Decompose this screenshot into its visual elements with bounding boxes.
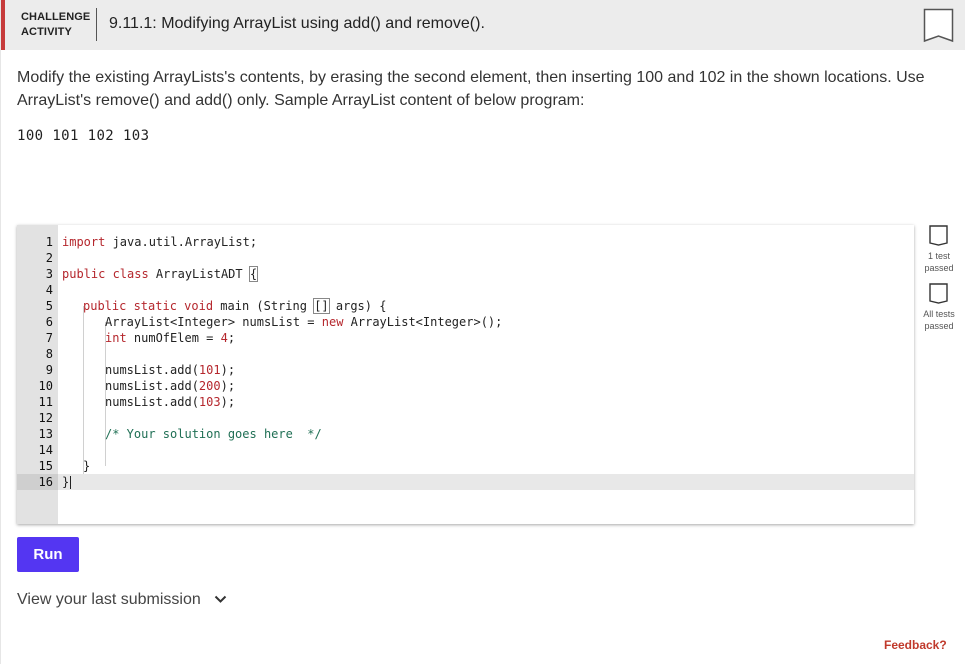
line-number: 14: [38, 443, 53, 457]
code-token: 200: [198, 379, 221, 393]
code-token: ArrayList<Integer> numsList =: [105, 315, 322, 329]
line-number: 12: [38, 411, 53, 425]
header-divider: [96, 8, 97, 41]
header-accent-bar: [1, 0, 5, 50]
feedback-link[interactable]: Feedback?: [884, 638, 947, 652]
code-line-10: numsList.add(200);: [105, 378, 235, 394]
code-line-9: numsList.add(101);: [105, 362, 235, 378]
line-number: 15: [38, 459, 53, 473]
instructions-text: Modify the existing ArrayLists's content…: [17, 69, 925, 109]
sample-output: 100 101 102 103: [17, 128, 150, 144]
line-number: 3: [45, 267, 53, 281]
line-number: 13: [38, 427, 53, 441]
code-token: }: [83, 459, 91, 473]
code-area[interactable]: import java.util.ArrayList; public class…: [58, 225, 914, 524]
matched-brace: {: [248, 266, 259, 282]
indent-guide: [83, 306, 84, 474]
activity-title: 9.11.1: Modifying ArrayList using add() …: [109, 15, 485, 32]
line-number: 10: [38, 379, 53, 393]
code-line-16: }: [62, 474, 72, 490]
code-token: 103: [198, 395, 221, 409]
bookmark-icon[interactable]: [923, 8, 954, 44]
code-token: ArrayListADT: [148, 267, 250, 281]
code-token: numOfElem =: [126, 331, 221, 345]
code-line-6: ArrayList<Integer> numsList = new ArrayL…: [105, 314, 502, 330]
code-token: []: [313, 298, 330, 314]
line-number: 4: [45, 283, 53, 297]
code-line-11: numsList.add(103);: [105, 394, 235, 410]
badge-line-2: ACTIVITY: [21, 26, 72, 38]
line-number: 8: [45, 347, 53, 361]
code-token: java.util.ArrayList;: [105, 235, 258, 249]
code-token: ;: [227, 331, 236, 345]
line-number: 9: [45, 363, 53, 377]
line-number: 6: [45, 315, 53, 329]
code-token: numsList.add(: [105, 379, 199, 393]
page: CHALLENGE ACTIVITY 9.11.1: Modifying Arr…: [0, 0, 966, 664]
code-line-13: /* Your solution goes here */: [105, 426, 322, 442]
code-editor[interactable]: 1 2 3 4 5 6 7 8 9 10 11 12 13 14 15 16 i…: [17, 225, 914, 524]
view-last-submission-link[interactable]: View your last submission: [17, 591, 201, 609]
code-token: ArrayList<Integer>();: [343, 315, 503, 329]
checkbox-icon: [929, 225, 948, 246]
line-number: 5: [45, 299, 53, 313]
line-number: 16: [38, 475, 53, 489]
code-token: main (String: [213, 299, 315, 313]
code-comment: /* Your solution goes here */: [105, 427, 322, 441]
chevron-down-icon[interactable]: [214, 595, 227, 604]
text-cursor: [70, 476, 72, 489]
line-number: 2: [45, 251, 53, 265]
code-token: 101: [198, 363, 221, 377]
code-token: int: [105, 331, 127, 345]
code-token: public static void: [83, 299, 214, 313]
test-1-label: 1 test passed: [924, 251, 954, 273]
code-token: import: [62, 235, 106, 249]
line-number: 11: [38, 395, 53, 409]
code-token: new: [321, 315, 344, 329]
line-number: 1: [45, 235, 53, 249]
code-token: numsList.add(: [105, 363, 199, 377]
code-token: args) {: [328, 299, 387, 313]
code-line-1: import java.util.ArrayList;: [62, 234, 257, 250]
code-token: }: [62, 475, 70, 489]
activity-header: CHALLENGE ACTIVITY 9.11.1: Modifying Arr…: [1, 0, 965, 50]
code-token: numsList.add(: [105, 395, 199, 409]
code-line-3: public class ArrayListADT {: [62, 266, 259, 282]
code-line-15: }: [83, 458, 90, 474]
test-2-label: All tests passed: [923, 309, 955, 331]
activity-badge: CHALLENGE ACTIVITY: [21, 10, 90, 40]
code-token: );: [220, 363, 236, 377]
checkbox-icon: [929, 283, 948, 304]
run-button[interactable]: Run: [17, 537, 79, 572]
badge-line-1: CHALLENGE: [21, 11, 91, 23]
code-token: 4: [220, 331, 228, 345]
line-number: 7: [45, 331, 53, 345]
code-line-7: int numOfElem = 4;: [105, 330, 235, 346]
code-token: );: [220, 395, 236, 409]
code-token: public class: [62, 267, 149, 281]
code-token: );: [220, 379, 236, 393]
code-line-5: public static void main (String [] args)…: [83, 298, 386, 314]
